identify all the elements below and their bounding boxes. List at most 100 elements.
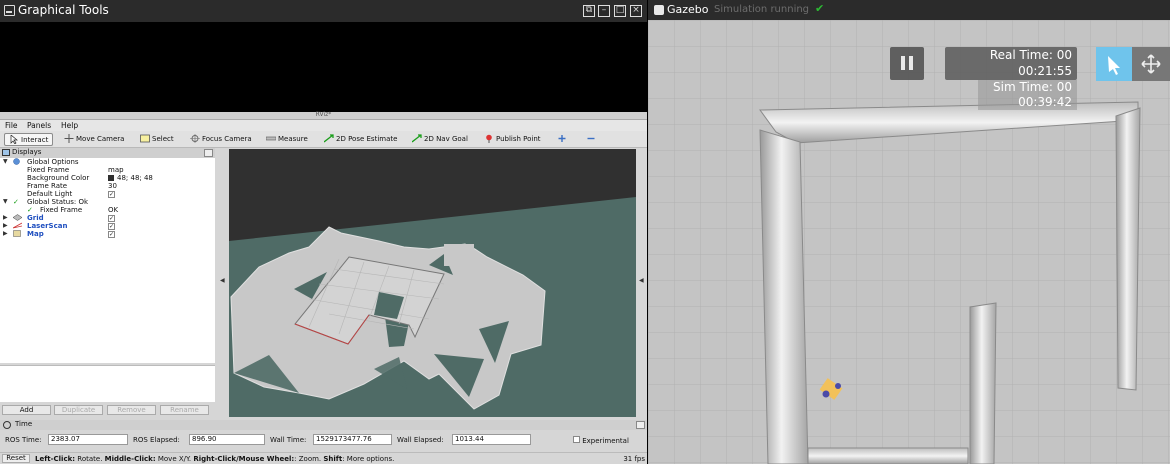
window-title: Graphical Tools bbox=[18, 3, 109, 17]
tool-focus-camera[interactable]: Focus Camera bbox=[190, 133, 252, 146]
wall-elapsed-label: Wall Elapsed: bbox=[397, 436, 444, 444]
minimize-button[interactable]: – bbox=[598, 5, 610, 17]
tool-add-plus[interactable] bbox=[557, 133, 569, 146]
laserscan-checkbox[interactable]: ✓ bbox=[108, 222, 115, 230]
translate-mode-button[interactable] bbox=[1132, 47, 1170, 81]
select-mode-button[interactable] bbox=[1096, 47, 1132, 81]
tree-value[interactable]: 30 bbox=[108, 182, 117, 190]
menubar: File Panels Help bbox=[0, 120, 647, 131]
experimental-checkbox[interactable]: Experimental bbox=[573, 436, 629, 445]
tool-label: Publish Point bbox=[496, 135, 541, 143]
color-swatch bbox=[108, 175, 114, 181]
tool-label: 2D Pose Estimate bbox=[336, 135, 398, 143]
panel-close-button[interactable] bbox=[636, 421, 645, 429]
menu-help[interactable]: Help bbox=[61, 121, 78, 130]
rviz-titlebar[interactable]: RViz* bbox=[0, 111, 647, 120]
tool-2d-pose-estimate[interactable]: 2D Pose Estimate bbox=[324, 133, 397, 146]
gazebo-world bbox=[648, 20, 1170, 464]
remove-button[interactable]: Remove bbox=[107, 405, 156, 415]
tree-row-grid[interactable]: ▶ Grid ✓ bbox=[0, 214, 215, 222]
clock-icon bbox=[3, 421, 11, 429]
tree-value: OK bbox=[108, 206, 119, 214]
fps-counter: 31 fps bbox=[623, 455, 645, 463]
check-icon: ✔ bbox=[815, 2, 825, 15]
tool-2d-nav-goal[interactable]: 2D Nav Goal bbox=[412, 133, 468, 146]
time-panel: Time ROS Time: 2383.07 ROS Elapsed: 896.… bbox=[0, 420, 647, 464]
add-button[interactable]: Add bbox=[2, 405, 51, 415]
duplicate-button[interactable]: Duplicate bbox=[54, 405, 103, 415]
menu-panels[interactable]: Panels bbox=[27, 121, 51, 130]
tree-row-global-status[interactable]: ▼ ✓ Global Status: Ok bbox=[0, 198, 215, 206]
arrow-cursor-icon bbox=[1108, 56, 1120, 75]
plus-icon bbox=[558, 134, 566, 142]
toolbar: Interact Move Camera Select Focus Camera… bbox=[0, 131, 647, 148]
default-light-checkbox[interactable]: ✓ bbox=[108, 190, 115, 198]
tree-row-global-options[interactable]: ▼ Global Options bbox=[0, 158, 215, 166]
close-button[interactable]: × bbox=[630, 5, 642, 17]
wall-time-label: Wall Time: bbox=[270, 436, 307, 444]
tool-move-camera[interactable]: Move Camera bbox=[64, 133, 124, 146]
gazebo-titlebar[interactable]: Gazebo Simulation running ✔ bbox=[648, 0, 1170, 20]
tree-label: Map bbox=[27, 230, 44, 238]
wall-elapsed-field[interactable]: 1013.44 bbox=[452, 434, 531, 445]
hint-key: Right-Click/Mouse Wheel: bbox=[193, 455, 295, 463]
tree-row-default-light[interactable]: Default Light ✓ bbox=[0, 190, 215, 198]
time-display: Real Time: 00 00:21:55 bbox=[945, 47, 1077, 80]
hint-text: : More options. bbox=[342, 455, 395, 463]
tool-publish-point[interactable]: Publish Point bbox=[484, 133, 541, 146]
ros-time-field[interactable]: 2383.07 bbox=[48, 434, 128, 445]
gazebo-3d-scene[interactable]: Real Time: 00 00:21:55 Sim Time: 00 00:3… bbox=[648, 20, 1170, 464]
status-hint: Left-Click: Rotate. Middle-Click: Move X… bbox=[35, 455, 394, 463]
wall-time-field[interactable]: 1529173477.76 bbox=[313, 434, 392, 445]
panel-close-button[interactable] bbox=[204, 149, 213, 157]
expand-arrow-icon[interactable]: ▼ bbox=[3, 198, 8, 206]
tree-value[interactable]: 48; 48; 48 bbox=[108, 174, 153, 182]
tree-key: Background Color bbox=[27, 174, 90, 182]
tree-row-map[interactable]: ▶ Map ✓ bbox=[0, 230, 215, 238]
tool-select[interactable]: Select bbox=[140, 133, 174, 146]
simulation-status: Simulation running bbox=[714, 4, 810, 15]
ros-elapsed-field[interactable]: 896.90 bbox=[189, 434, 265, 445]
expand-arrow-icon[interactable]: ▶ bbox=[3, 222, 8, 230]
map-checkbox[interactable]: ✓ bbox=[108, 230, 115, 238]
expand-arrow-icon[interactable]: ▶ bbox=[3, 230, 8, 238]
real-time-value: 00:21:55 bbox=[1018, 64, 1072, 78]
pause-button[interactable] bbox=[890, 47, 924, 80]
tool-label: 2D Nav Goal bbox=[424, 135, 468, 143]
hint-key: Left-Click: bbox=[35, 455, 76, 463]
tree-row-laserscan[interactable]: ▶ LaserScan ✓ bbox=[0, 222, 215, 230]
collapse-left-arrow-icon[interactable]: ◀ bbox=[220, 277, 225, 284]
tool-measure[interactable]: Measure bbox=[266, 133, 308, 146]
sim-time-label: Sim Time: 00 bbox=[993, 80, 1072, 94]
tree-row-status-fixed-frame[interactable]: ✓ Fixed Frame OK bbox=[0, 206, 215, 214]
tree-label: Global Status: Ok bbox=[27, 198, 89, 206]
restore-button[interactable]: ⧉ bbox=[583, 5, 595, 17]
tree-value[interactable]: map bbox=[108, 166, 124, 174]
window-titlebar[interactable]: Graphical Tools ⧉ – □ × bbox=[0, 0, 647, 22]
maximize-button[interactable]: □ bbox=[614, 5, 626, 17]
tool-label: Select bbox=[152, 135, 174, 143]
monitor-icon bbox=[2, 149, 10, 156]
tool-remove-minus[interactable] bbox=[586, 133, 598, 146]
tree-row-background-color[interactable]: Background Color 48; 48; 48 bbox=[0, 174, 215, 182]
time-header: Time bbox=[0, 420, 647, 430]
tree-row-fixed-frame[interactable]: Fixed Frame map bbox=[0, 166, 215, 174]
reset-button[interactable]: Reset bbox=[2, 454, 30, 463]
hint-text: Rotate. bbox=[75, 455, 105, 463]
empty-area bbox=[0, 22, 647, 112]
tool-interact[interactable]: Interact bbox=[4, 133, 54, 146]
displays-title: Displays bbox=[12, 148, 42, 156]
rviz-3d-view[interactable] bbox=[229, 149, 636, 417]
tool-label: Focus Camera bbox=[202, 135, 252, 143]
tree-row-frame-rate[interactable]: Frame Rate 30 bbox=[0, 182, 215, 190]
color-value: 48; 48; 48 bbox=[117, 174, 153, 182]
rename-button[interactable]: Rename bbox=[160, 405, 209, 415]
displays-tree[interactable]: ▼ Global Options Fixed Frame map Backgro… bbox=[0, 158, 215, 363]
description-area bbox=[0, 365, 215, 402]
tool-label: Move Camera bbox=[76, 135, 125, 143]
expand-arrow-icon[interactable]: ▼ bbox=[3, 158, 8, 166]
menu-file[interactable]: File bbox=[5, 121, 18, 130]
collapse-right-arrow-icon[interactable]: ◀ bbox=[639, 277, 644, 284]
grid-checkbox[interactable]: ✓ bbox=[108, 214, 115, 222]
expand-arrow-icon[interactable]: ▶ bbox=[3, 214, 8, 222]
